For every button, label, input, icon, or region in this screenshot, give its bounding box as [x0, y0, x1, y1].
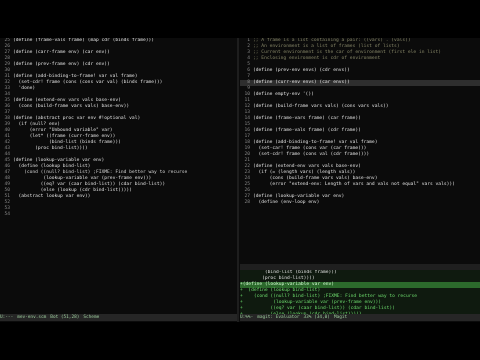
code-text: (else (lookup (cdr bind-list))))) — [13, 188, 132, 193]
code-text: ;; An environment is a list of frames (l… — [253, 44, 400, 49]
code-text: (define (lookup-variable var env) — [253, 194, 345, 199]
code-text: (cons (build-frame vars vals) base-env)) — [13, 104, 130, 109]
code-line: 28 (define (env-loop env) — [240, 200, 480, 206]
window-divider[interactable] — [237, 38, 239, 322]
left-mode-line: U:--- mev-env.scm Bot (51,28) Scheme — [0, 314, 237, 321]
code-text: (error "Unbound variable" var) — [13, 128, 113, 133]
mode-line-segment: 33% (34,0) — [303, 315, 330, 320]
mode-line-segment: Bot (51,28) — [50, 315, 80, 320]
code-text: ((eq? var (caar bind-list)) (cdar bind-l… — [13, 182, 166, 187]
code-text: (define (extend-env vars vals base-env) — [253, 164, 361, 169]
code-text: (set-car! frame (cons var (car frame))) — [253, 146, 367, 151]
code-text: + (define (lookup bind-list) — [240, 288, 321, 293]
code-text: 'done) — [13, 86, 36, 91]
line-number: 54 — [4, 212, 10, 217]
mode-line-segment: Magit — [333, 315, 348, 320]
code-line: 25 (error "extend-env: Length of vars an… — [240, 182, 480, 188]
code-text: + (lookup-variable var (prev-frame env))… — [240, 300, 382, 305]
code-text: + (cond ((null? bind-list) ;FIXME: Find … — [240, 294, 418, 299]
code-text: (define (lookup bind-list) — [13, 164, 91, 169]
code-text: (cons (build-frame vars vals) base-env) — [253, 176, 378, 181]
mode-line-segment: magit: Evaluator — [257, 315, 300, 320]
code-text: (set-cdr! frame (cons (cons var val) (bi… — [13, 80, 163, 85]
code-text: (define (extend-env vars vals base-env) — [13, 98, 121, 103]
code-text: (define (frame-vars frame) (car frame)) — [253, 116, 361, 121]
mode-line-segment: U:%%- — [240, 315, 254, 320]
code-text: +(define (lookup-variable var env) — [240, 282, 335, 287]
right-top-editor-pane[interactable]: 1;; A frame is a list containing a pair:… — [240, 38, 480, 266]
code-text: ;; A frame is a list containing a pair: … — [253, 38, 411, 43]
code-text: (define (frame-vals frame) (cdr frame)) — [253, 128, 361, 133]
code-line: 54 — [0, 212, 236, 218]
mode-line-segment: mev-env.scm — [17, 315, 47, 320]
mode-line-segment: U:--- — [0, 315, 14, 320]
mode-line-segment: Scheme — [83, 315, 100, 320]
code-text: (define (frame-vals frame) (map cdr (bin… — [13, 38, 155, 43]
code-text: ;; Current environment is the car of env… — [253, 50, 442, 55]
code-text: (bind-list (binds frame))) — [13, 140, 121, 145]
code-text: (set-cdr! frame (cons val (cdr frame)))) — [253, 152, 370, 157]
code-text: (proc bind-list)))) — [240, 276, 315, 281]
code-text: (define (env-loop env) — [253, 200, 320, 205]
code-text: (define (abstract proc var env #!optiona… — [13, 116, 141, 121]
code-text: (define (add-binding-to-frame! var val f… — [253, 140, 378, 145]
code-text: + ((eq? var (caar bind-list)) (cdar bind… — [240, 306, 395, 311]
left-editor-pane[interactable]: 25 (define (frame-vals frame) (map cdr (b… — [0, 38, 236, 314]
code-text: (abstract lookup var env)) — [13, 194, 91, 199]
code-text: (if (= (length vars) (length vals)) — [253, 170, 356, 175]
code-text: (cond ((null? bind-list) ;FIXME: Find be… — [13, 170, 188, 175]
right-mode-line: U:%%- magit: Evaluator 33% (34,0) Magit — [240, 314, 480, 321]
code-text: (define (build-frame vars vals) (cons va… — [253, 104, 389, 109]
code-text: (define (prev-frame env) (cdr env)) — [13, 62, 110, 67]
code-text: (let* ((frame (curr-frame env)) — [13, 134, 116, 139]
code-text: (define (curr-env envs) (car envs)) — [253, 80, 350, 85]
code-text: (if (null? env) — [13, 122, 61, 127]
code-text: (lookup-variable var (prev-frame env))) — [13, 176, 152, 181]
magit-diff-pane[interactable]: (bind-list (binds frame))) (proc bind-li… — [240, 270, 480, 314]
code-text: (define (add-binding-to-frame! var val f… — [13, 74, 138, 79]
code-text: (define (lookup-variable var env) — [13, 158, 105, 163]
line-number: 28 — [244, 200, 250, 205]
code-text: (define empty-env '()) — [253, 92, 314, 97]
code-text: (bind-list (binds frame))) — [240, 270, 337, 275]
code-text: (define (prev-env envs) (cdr envs)) — [253, 68, 350, 73]
code-text: ;; Enclosing environment is cdr of envir… — [253, 56, 381, 61]
code-text: (error "extend-env: Length of vars and v… — [253, 182, 455, 187]
code-text: (define (carr-frame env) (car env)) — [13, 50, 110, 55]
code-text: (proc bind-list)))) — [13, 146, 88, 151]
emacs-frame: 25 (define (frame-vals frame) (map cdr (b… — [0, 38, 480, 322]
